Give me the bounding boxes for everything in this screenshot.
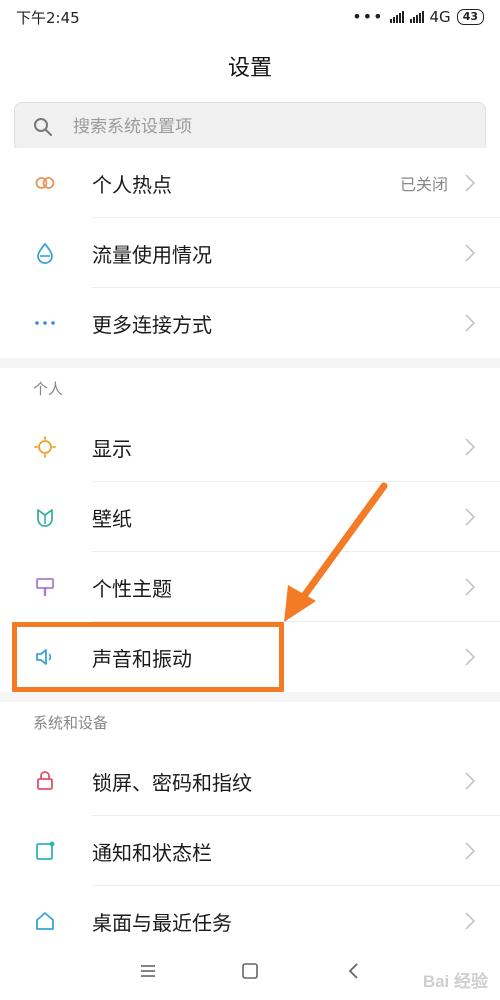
status-bar: 下午2:45 ••• 4G 43: [0, 0, 500, 34]
chevron-right-icon: [465, 244, 476, 262]
settings-item-theme[interactable]: 个性主题: [0, 552, 500, 622]
section-header-personal: 个人: [33, 380, 64, 398]
home-icon: [33, 909, 57, 933]
hotspot-icon: [33, 171, 57, 195]
annotation-highlight-box: [12, 622, 284, 692]
settings-item-notifications[interactable]: 通知和状态栏: [0, 816, 500, 886]
more-connections-icon: [33, 311, 57, 335]
search-bar[interactable]: [14, 102, 486, 152]
section-header-system: 系统和设备: [33, 714, 109, 732]
signal-icon-2: [409, 11, 424, 23]
settings-item-label: 壁纸: [92, 506, 132, 531]
chevron-right-icon: [465, 314, 476, 332]
status-icons: ••• 4G 43: [352, 8, 484, 26]
chevron-right-icon: [465, 912, 476, 930]
settings-item-label: 流量使用情况: [92, 242, 212, 267]
settings-item-display[interactable]: 显示: [0, 412, 500, 482]
settings-item-data-usage[interactable]: 流量使用情况: [0, 218, 500, 288]
settings-item-label: 个性主题: [92, 576, 172, 601]
settings-item-label: 更多连接方式: [92, 312, 212, 337]
data-usage-icon: [33, 241, 57, 265]
settings-item-more-connections[interactable]: 更多连接方式: [0, 288, 500, 358]
signal-icon-1: [389, 11, 404, 23]
battery-icon: 43: [456, 9, 484, 25]
notification-icon: [33, 839, 57, 863]
search-icon: [34, 118, 52, 136]
settings-item-label: 个人热点: [92, 172, 172, 197]
navigation-bar: Bai 经验: [0, 942, 500, 1000]
wallpaper-icon: [33, 505, 57, 529]
chevron-right-icon: [465, 174, 476, 192]
theme-icon: [33, 575, 57, 599]
lock-icon: [33, 769, 57, 793]
chevron-right-icon: [465, 508, 476, 526]
display-icon: [33, 435, 57, 459]
section-gap: [0, 358, 500, 368]
chevron-right-icon: [465, 772, 476, 790]
settings-item-hotspot[interactable]: 个人热点 已关闭: [0, 148, 500, 218]
settings-item-label: 锁屏、密码和指纹: [92, 770, 252, 795]
settings-item-value: 已关闭: [399, 175, 448, 194]
chevron-right-icon: [465, 648, 476, 666]
settings-item-label: 桌面与最近任务: [92, 910, 232, 935]
chevron-right-icon: [465, 438, 476, 456]
settings-item-wallpaper[interactable]: 壁纸: [0, 482, 500, 552]
page-title: 设置: [227, 56, 272, 81]
settings-item-lockscreen[interactable]: 锁屏、密码和指纹: [0, 746, 500, 816]
settings-item-label: 通知和状态栏: [92, 840, 212, 865]
section-gap: [0, 692, 500, 702]
home-button-icon[interactable]: [239, 960, 261, 982]
chevron-right-icon: [465, 578, 476, 596]
settings-item-label: 显示: [92, 436, 132, 461]
network-type: 4G: [429, 8, 451, 26]
watermark-logo: Bai 经验: [422, 972, 488, 991]
notification-dots-icon: •••: [352, 7, 384, 26]
search-input[interactable]: [71, 116, 435, 138]
chevron-right-icon: [465, 842, 476, 860]
status-time: 下午2:45: [16, 8, 80, 27]
menu-icon[interactable]: [137, 960, 159, 982]
back-icon[interactable]: [343, 960, 365, 982]
